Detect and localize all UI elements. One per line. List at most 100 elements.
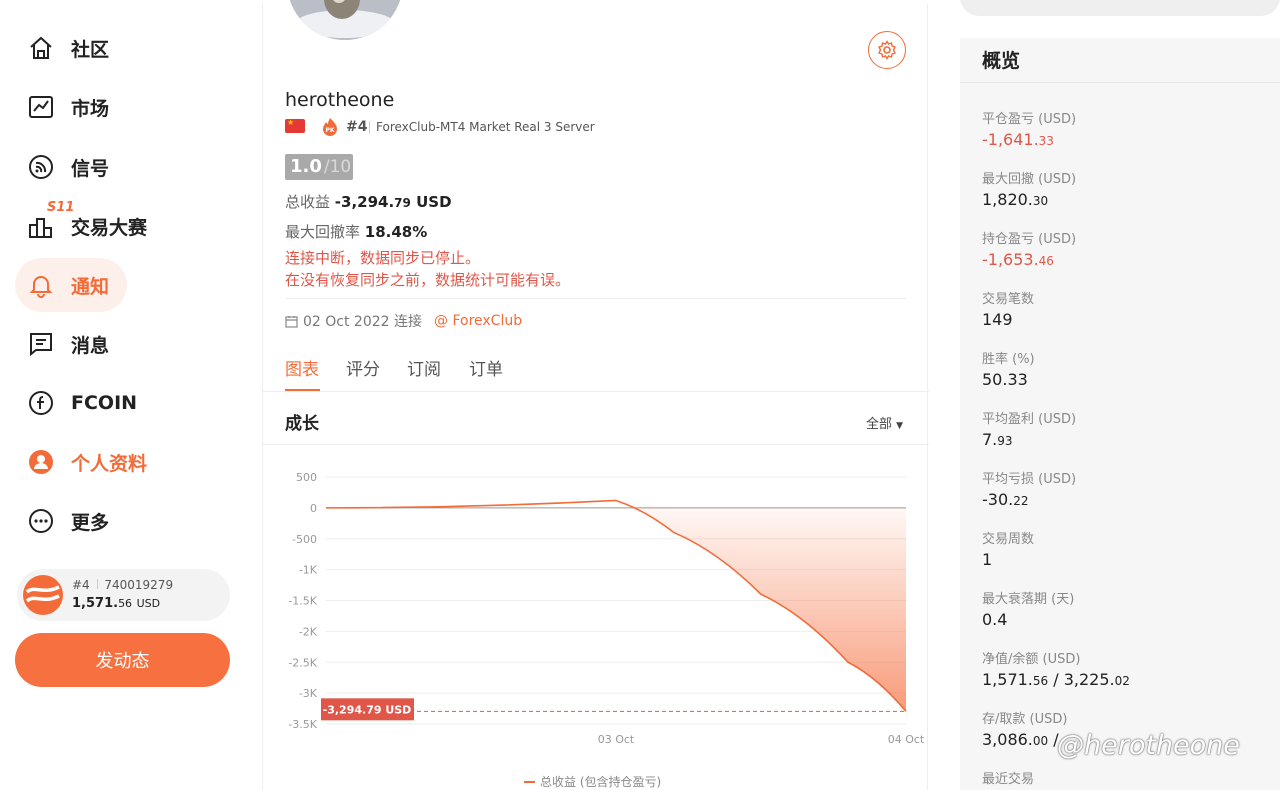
account-balance: 1,571.56 USD	[72, 596, 160, 611]
overview-stat-label: 持仓盈亏 (USD)	[982, 232, 1077, 247]
overview-stat-label: 交易周数	[982, 532, 1035, 547]
overview-stat-int: -30.	[982, 490, 1014, 509]
post-button[interactable]: 发动态	[15, 633, 230, 687]
nav-messages[interactable]: 消息	[15, 317, 127, 371]
account-card[interactable]: #4 740019279 1,571.56 USD	[17, 569, 230, 621]
account-balance-int: 1,571.	[72, 596, 119, 611]
overview-stat-label: 交易笔数	[982, 292, 1035, 307]
range-filter-value: 全部	[866, 417, 893, 432]
max-drawdown-line: 最大回撤率 18.48%	[285, 221, 427, 242]
avatar[interactable]	[287, 0, 403, 40]
tab-orders[interactable]: 订单	[469, 355, 503, 380]
overview-stat-dec: 33	[1038, 134, 1054, 148]
chart-icon	[29, 96, 53, 118]
x-tick-label: 03 Oct	[598, 733, 635, 746]
nav-more[interactable]: 更多	[15, 494, 127, 548]
y-tick-label: 0	[310, 502, 317, 515]
total-profit-dec: 79	[394, 196, 411, 210]
user-icon	[29, 450, 53, 474]
growth-title: 成长	[285, 414, 319, 434]
nav-signal-label: 信号	[71, 157, 110, 180]
overview-stat-dec: 93	[997, 434, 1013, 448]
divider	[960, 82, 1280, 83]
nav-messages-label: 消息	[71, 334, 110, 357]
nav-notifications-label: 通知	[71, 275, 110, 298]
nav-contest-label: 交易大赛	[71, 216, 148, 239]
overview-stat-label: 最近交易	[982, 772, 1035, 787]
server-name: ForexClub-MT4 Market Real 3 Server	[376, 120, 595, 134]
overview-stat-label: 平仓盈亏 (USD)	[982, 112, 1077, 127]
max-drawdown-label: 最大回撤率	[285, 223, 361, 241]
overview-stat-value: -30.22	[982, 490, 1029, 509]
nav-fcoin[interactable]: FCOIN	[15, 376, 137, 430]
settings-button[interactable]	[868, 31, 906, 69]
x-tick-label: 04 Oct	[888, 733, 925, 746]
overview-stat-int: 7.	[982, 430, 998, 449]
overview-stat-label: 平均盈利 (USD)	[982, 412, 1077, 427]
nav-contest[interactable]: 交易大赛	[15, 199, 147, 253]
y-tick-label: 500	[296, 471, 317, 484]
nav-profile-label: 个人资料	[71, 452, 148, 475]
growth-chart[interactable]: 500 0 -500 -1K -1.5K -2K -2.5K -3K -3.5K 03 Oct 04…	[263, 445, 929, 790]
main-content: herotheone ★ PK #4 ForexClub-MT4 Market …	[262, 0, 929, 790]
overview-stat-dec: 30	[1032, 194, 1049, 208]
max-drawdown-value: 18.48%	[364, 223, 428, 241]
score-max: /10	[323, 157, 352, 177]
fcoin-icon	[29, 391, 53, 415]
y-tick-label: -2K	[299, 625, 318, 638]
overview-stat-value: 1,820.30	[982, 190, 1048, 209]
calendar-icon	[285, 315, 298, 328]
range-filter-dropdown[interactable]: 全部 ▼	[866, 413, 903, 432]
search-bar[interactable]	[960, 0, 1280, 16]
more-icon	[29, 509, 53, 533]
y-tick-label: -1.5K	[288, 595, 317, 608]
nav-community[interactable]: 社区	[15, 21, 127, 75]
contest-icon	[29, 218, 52, 238]
overview-stat-int: 1	[982, 550, 993, 569]
total-profit-int: -3,294.	[334, 193, 395, 211]
nav-market[interactable]: 市场	[15, 80, 127, 134]
bell-icon	[29, 276, 53, 298]
overview-stat-dec: 46	[1038, 254, 1054, 268]
sync-warning-line1: 连接中断，数据同步已停止。	[285, 249, 481, 267]
nav-notifications[interactable]: 通知	[15, 258, 127, 312]
sidebar: 社区 市场 信号 S11 交易大赛 通知 消息 FCOIN 个人资料 更多 #4…	[0, 0, 262, 790]
account-rank-id: #4 740019279	[72, 578, 173, 592]
tab-chart[interactable]: 图表	[285, 355, 319, 380]
total-profit-label: 总收益	[285, 193, 331, 211]
overview-stat-label: 最大衰落期 (天)	[982, 592, 1075, 607]
right-panel: 概览 平仓盈亏 (USD) -1,641.33 最大回撤 (USD) 1,820.30…	[960, 0, 1280, 790]
overview-stat-int: 1,571.	[982, 670, 1033, 689]
current-value-label: -3,294.79 USD	[323, 703, 412, 716]
divider	[263, 391, 929, 392]
watermark: @herotheone	[1057, 730, 1240, 761]
overview-stat-int: 3,086.	[982, 730, 1033, 749]
nav-market-label: 市场	[71, 97, 110, 120]
pk-flame-icon: PK	[323, 118, 337, 136]
connected-date: 02 Oct 2022 连接	[303, 314, 422, 330]
message-icon	[30, 333, 52, 357]
nav-profile[interactable]: 个人资料	[15, 435, 147, 489]
overview-stat-int: -1,653.	[982, 250, 1039, 269]
nav-signal[interactable]: 信号	[15, 140, 127, 194]
y-tick-label: -3K	[299, 687, 318, 700]
y-tick-label: -2.5K	[288, 656, 317, 669]
overview-stat-value: 7.93	[982, 430, 1013, 449]
nav-more-label: 更多	[71, 511, 110, 534]
overview-stat-label: 胜率 (%)	[982, 352, 1035, 367]
overview-stat-label: 净值/余额 (USD)	[982, 652, 1081, 667]
overview-stat-int: -1,641.	[982, 130, 1039, 149]
score-value: 1.0	[290, 156, 322, 177]
overview-stat-dec: 00	[1032, 734, 1049, 748]
broker-link[interactable]: @ ForexClub	[434, 313, 522, 329]
username: herotheone	[285, 89, 395, 111]
tab-rating[interactable]: 评分	[346, 355, 380, 380]
y-tick-label: -3.5K	[288, 718, 317, 731]
caret-down-icon: ▼	[896, 421, 904, 431]
tab-subscribe[interactable]: 订阅	[407, 355, 441, 380]
overview-stat-dec: 22	[1013, 494, 1029, 508]
overview-stat-int: 149	[982, 310, 1013, 329]
user-rank: #4	[346, 119, 368, 135]
divider	[369, 121, 370, 134]
legend-label: 总收益 (包含持仓盈亏)	[540, 774, 661, 789]
